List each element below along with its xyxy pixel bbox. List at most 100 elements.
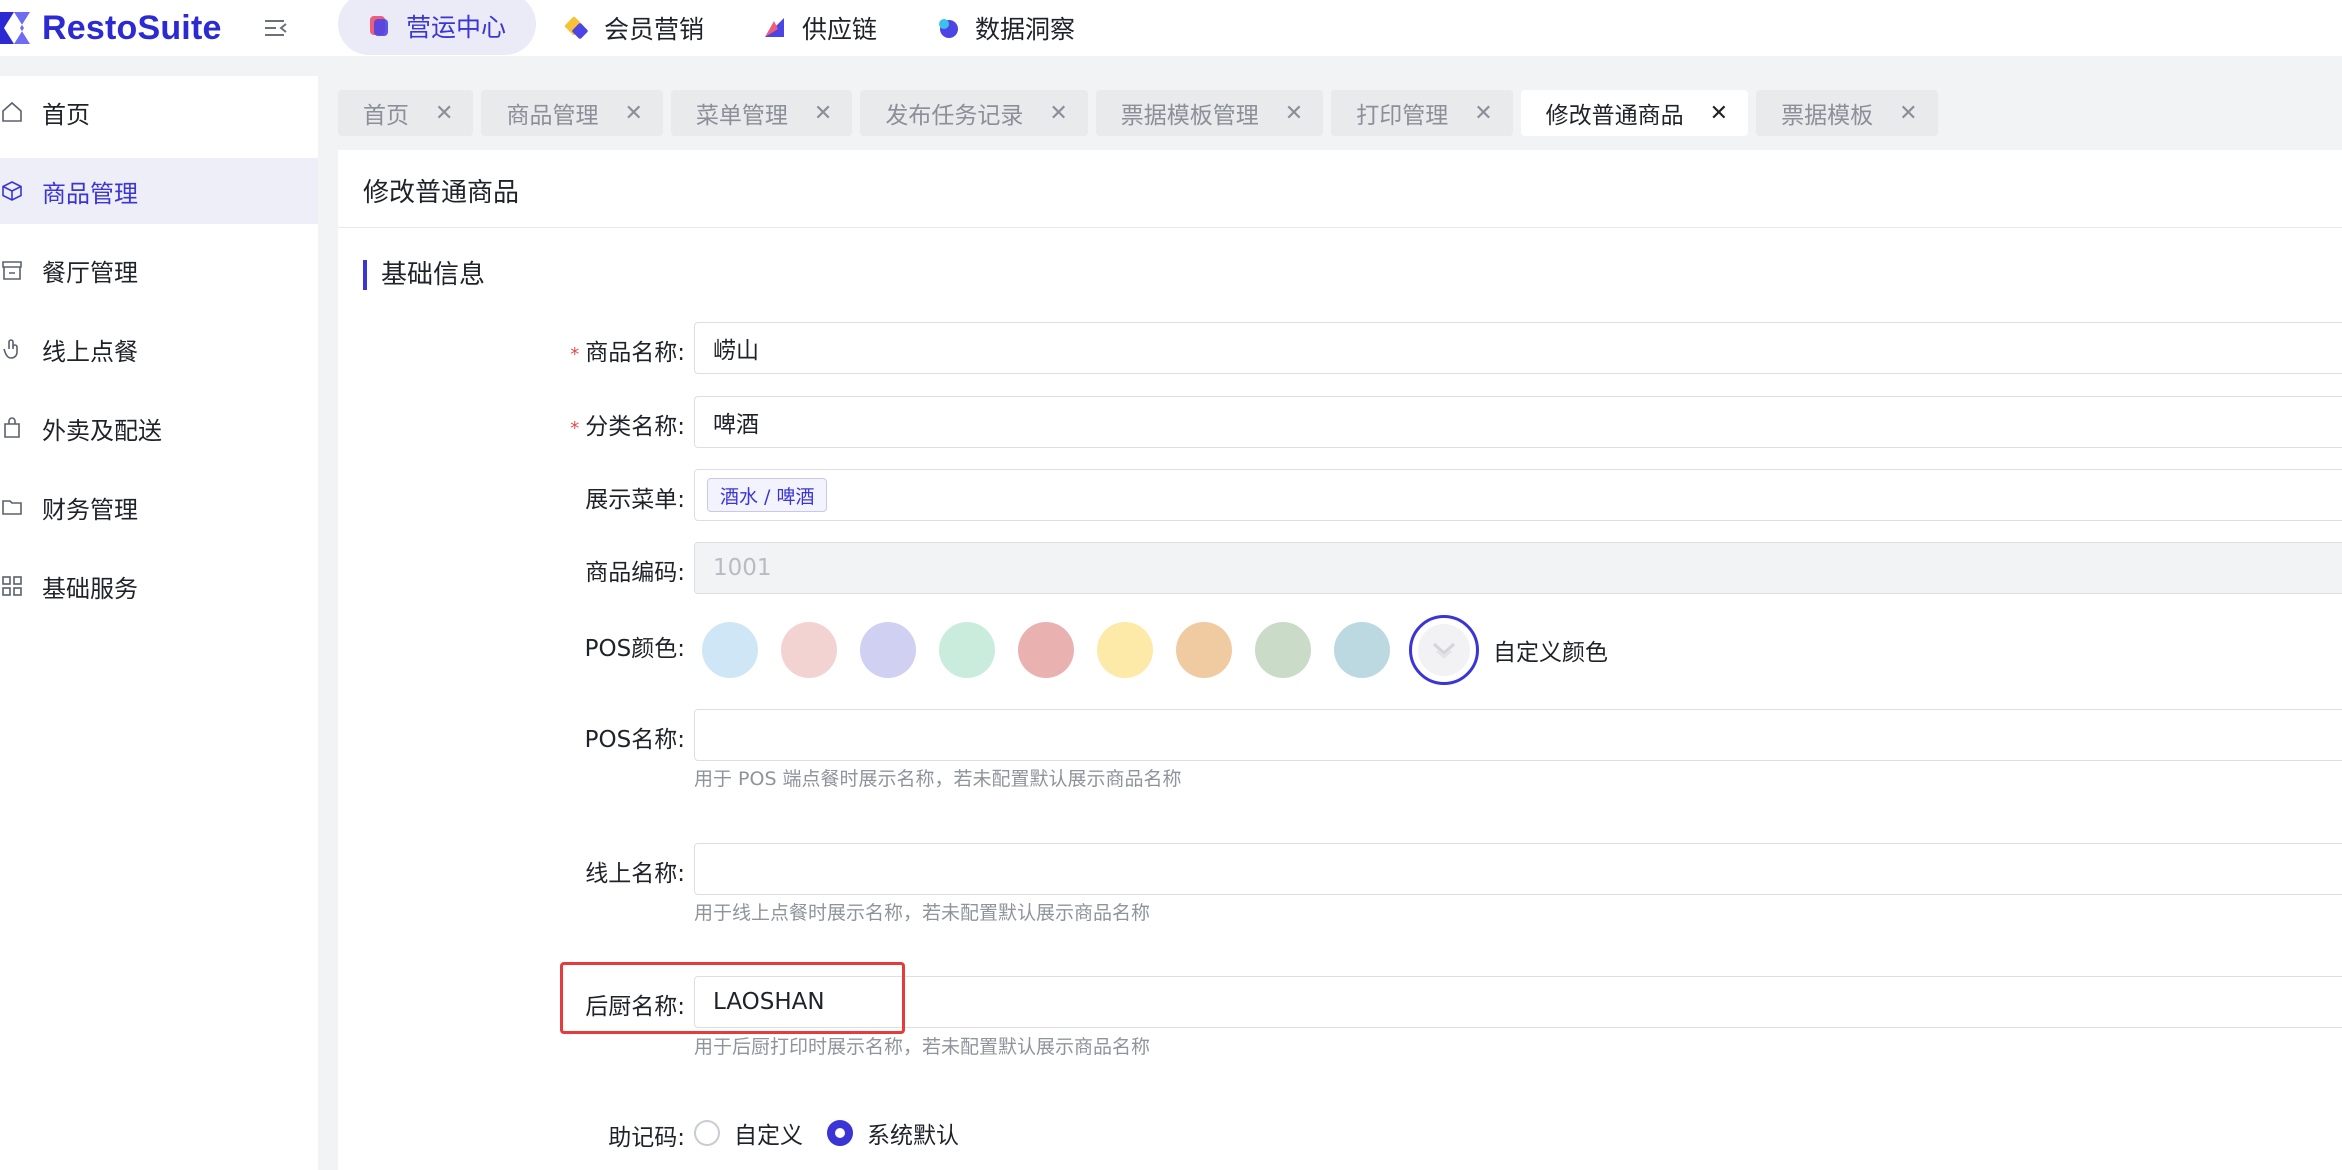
- grid-icon: [0, 574, 24, 598]
- color-swatch[interactable]: [781, 622, 837, 678]
- tab-label: 发布任务记录: [885, 103, 1024, 129]
- section-title: 基础信息: [363, 260, 485, 290]
- logo[interactable]: RestoSuite: [0, 4, 222, 52]
- radio-system-default[interactable]: 系统默认: [827, 1116, 959, 1150]
- online-name-hint: 用于线上点餐时展示名称，若未配置默认展示商品名称: [694, 902, 1151, 924]
- color-swatch[interactable]: [1018, 622, 1074, 678]
- page-tabs: 首页 ✕ 商品管理 ✕ 菜单管理 ✕ 发布任务记录 ✕ 票据模板管理 ✕ 打印管理 ✕ 修改…: [338, 90, 1946, 136]
- sidebar-item-label: 外卖及配送: [42, 416, 162, 445]
- sidebar-item-delivery[interactable]: 外卖及配送: [0, 395, 318, 461]
- tab-edit-product[interactable]: 修改普通商品 ✕: [1520, 90, 1749, 136]
- sidebar-item-label: 商品管理: [42, 179, 138, 208]
- tab-label: 票据模板管理: [1120, 103, 1259, 129]
- close-icon[interactable]: ✕: [624, 101, 642, 126]
- touch-icon: [0, 337, 24, 361]
- sidebar: 首页 商品管理 餐厅管理 线上点餐 外卖及配送 财务管理 基础服务: [0, 76, 318, 1170]
- pos-name-hint: 用于 POS 端点餐时展示名称，若未配置默认展示商品名称: [694, 768, 1182, 790]
- kitchen-name-hint: 用于后厨打印时展示名称，若未配置默认展示商品名称: [694, 1036, 1151, 1058]
- color-swatch[interactable]: [860, 622, 916, 678]
- menu-tag[interactable]: 酒水 / 啤酒: [707, 478, 828, 512]
- close-icon[interactable]: ✕: [814, 101, 832, 126]
- tab-receipt-template[interactable]: 票据模板 ✕: [1756, 90, 1938, 136]
- sidebar-item-products[interactable]: 商品管理: [0, 158, 318, 224]
- supply-icon: [765, 18, 785, 37]
- sidebar-item-basic-service[interactable]: 基础服务: [0, 553, 318, 619]
- product-code-value: 1001: [713, 555, 772, 581]
- close-icon[interactable]: ✕: [1474, 101, 1492, 126]
- close-icon[interactable]: ✕: [435, 101, 453, 126]
- radio-label: 自定义: [734, 1123, 803, 1149]
- online-name-input[interactable]: [694, 843, 2342, 895]
- topnav-ops-label: 营运中心: [406, 13, 507, 42]
- topnav-supply-label: 供应链: [802, 15, 878, 44]
- tab-products[interactable]: 商品管理 ✕: [481, 90, 663, 136]
- tab-label: 打印管理: [1356, 103, 1449, 129]
- product-name-label-text: 商品名称:: [585, 340, 685, 366]
- close-icon[interactable]: ✕: [1285, 101, 1303, 126]
- topnav-ops[interactable]: 营运中心: [338, 0, 537, 55]
- tab-menu[interactable]: 菜单管理 ✕: [670, 90, 853, 136]
- product-code-input: 1001: [694, 542, 2342, 594]
- bag-icon: [0, 416, 24, 440]
- page-title: 修改普通商品: [363, 178, 520, 208]
- custom-color-picker[interactable]: [1409, 615, 1479, 685]
- category-name-input[interactable]: 啤酒: [694, 396, 2342, 448]
- required-mark: *: [570, 418, 580, 439]
- sidebar-item-label: 基础服务: [42, 574, 138, 603]
- radio-custom[interactable]: 自定义: [694, 1116, 803, 1150]
- custom-color-label: 自定义颜色: [1493, 640, 1608, 666]
- pos-color-label: POS颜色:: [584, 636, 685, 662]
- product-name-label: * 商品名称:: [570, 333, 685, 367]
- tab-label: 票据模板: [1781, 103, 1874, 129]
- collapse-menu-icon[interactable]: [262, 14, 290, 42]
- home-icon: [0, 100, 24, 124]
- pos-color-swatches: 自定义颜色: [702, 615, 1608, 685]
- tab-label: 菜单管理: [695, 103, 788, 129]
- close-icon[interactable]: ✕: [1710, 101, 1728, 126]
- top-nav: 营运中心 会员营销 供应链 数据洞察: [338, 0, 1105, 56]
- product-name-input[interactable]: 崂山: [694, 322, 2342, 374]
- ops-icon: [370, 16, 388, 36]
- sidebar-item-label: 餐厅管理: [42, 258, 138, 287]
- insight-icon: [939, 19, 959, 38]
- kitchen-name-input[interactable]: LAOSHAN: [694, 976, 2342, 1028]
- sidebar-item-home[interactable]: 首页: [0, 79, 318, 145]
- color-swatch[interactable]: [1334, 622, 1390, 678]
- color-swatch[interactable]: [1097, 622, 1153, 678]
- category-name-value: 啤酒: [713, 412, 759, 438]
- close-icon[interactable]: ✕: [1899, 101, 1917, 126]
- radio-circle[interactable]: [694, 1120, 720, 1146]
- sidebar-item-restaurant[interactable]: 餐厅管理: [0, 237, 318, 303]
- tab-publish-tasks[interactable]: 发布任务记录 ✕: [860, 90, 1088, 136]
- sidebar-item-finance[interactable]: 财务管理: [0, 474, 318, 540]
- online-name-label: 线上名称:: [585, 861, 685, 887]
- tab-label: 修改普通商品: [1545, 103, 1684, 129]
- topnav-insight[interactable]: 数据洞察: [907, 0, 1105, 58]
- topnav-supply[interactable]: 供应链: [734, 0, 907, 58]
- sidebar-item-label: 财务管理: [42, 495, 138, 524]
- topnav-member[interactable]: 会员营销: [536, 0, 734, 58]
- color-swatch[interactable]: [1176, 622, 1232, 678]
- category-name-label-text: 分类名称:: [585, 414, 685, 440]
- radio-circle[interactable]: [827, 1120, 853, 1146]
- color-swatch[interactable]: [939, 622, 995, 678]
- sidebar-item-online-order[interactable]: 线上点餐: [0, 316, 318, 382]
- tab-receipt-templates[interactable]: 票据模板管理 ✕: [1095, 90, 1324, 136]
- display-menu-select[interactable]: 酒水 / 啤酒: [694, 469, 2342, 521]
- tab-home[interactable]: 首页 ✕: [338, 90, 474, 136]
- required-mark: *: [570, 344, 580, 365]
- mnemonic-label: 助记码:: [608, 1125, 685, 1151]
- sidebar-item-label: 首页: [42, 100, 90, 129]
- color-swatch[interactable]: [702, 622, 758, 678]
- highlight-box: [560, 962, 905, 1034]
- topnav-insight-label: 数据洞察: [975, 15, 1076, 44]
- product-code-label: 商品编码:: [585, 560, 685, 586]
- pos-name-input[interactable]: [694, 709, 2342, 761]
- sidebar-item-label: 线上点餐: [42, 337, 138, 366]
- store-icon: [0, 258, 24, 282]
- tab-print[interactable]: 打印管理 ✕: [1331, 90, 1513, 136]
- logo-mark-icon: [0, 12, 30, 44]
- color-swatch[interactable]: [1255, 622, 1311, 678]
- custom-color-inner: [1418, 624, 1470, 676]
- close-icon[interactable]: ✕: [1049, 101, 1067, 126]
